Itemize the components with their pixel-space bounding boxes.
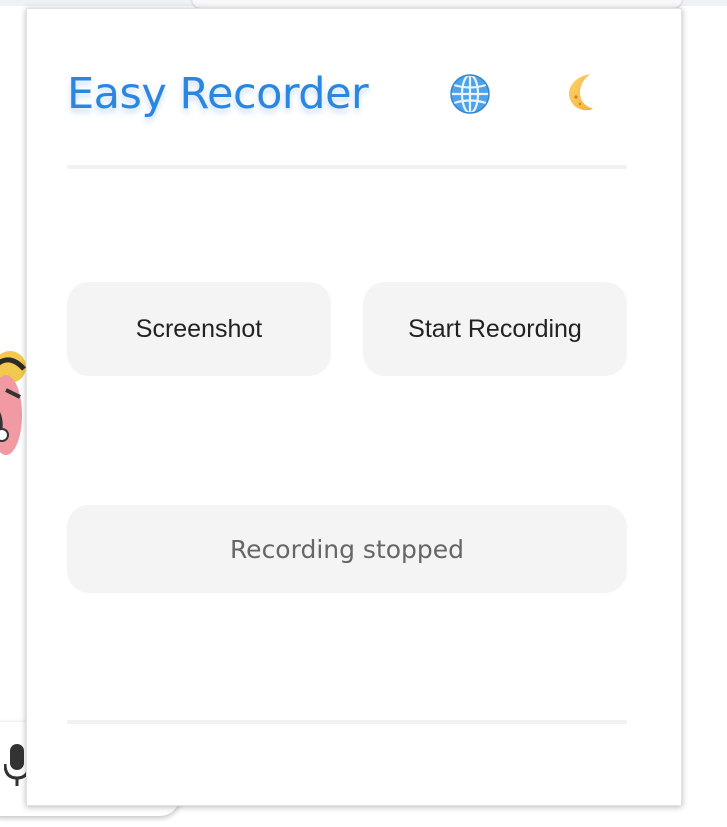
footer-divider — [67, 720, 627, 724]
popup-header: Easy Recorder — [67, 61, 627, 141]
sticker-image — [0, 351, 26, 455]
app-title: Easy Recorder — [67, 69, 369, 119]
globe-icon — [450, 73, 490, 115]
language-button[interactable] — [445, 69, 495, 119]
theme-toggle-button[interactable] — [557, 69, 607, 119]
start-recording-button[interactable]: Start Recording — [363, 282, 627, 376]
recording-status: Recording stopped — [67, 505, 627, 593]
recording-status-text: Recording stopped — [229, 534, 465, 564]
screenshot-button[interactable]: Screenshot — [67, 282, 331, 376]
extension-popup: Easy Recorder Screenshot Start Recording… — [26, 8, 682, 806]
crescent-moon-icon — [568, 74, 594, 111]
header-divider — [67, 165, 627, 169]
